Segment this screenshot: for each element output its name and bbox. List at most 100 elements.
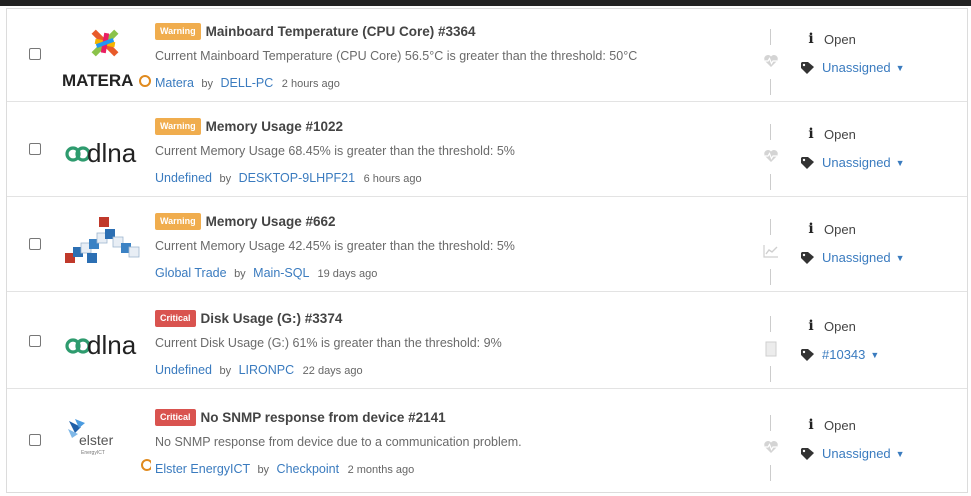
customer-logo: dlna <box>59 114 151 184</box>
assignee-value[interactable]: Unassigned <box>822 446 891 461</box>
customer-logo <box>59 209 151 279</box>
divider <box>770 79 771 95</box>
by-label: by <box>257 464 270 476</box>
alert-title[interactable]: Memory Usage #662 <box>206 214 336 229</box>
row-checkbox[interactable] <box>29 434 41 446</box>
alert-title[interactable]: Memory Usage #1022 <box>206 119 343 134</box>
row-checkbox[interactable] <box>29 48 41 60</box>
alert-title[interactable]: No SNMP response from device #2141 <box>201 410 446 425</box>
severity-badge: Warning <box>155 212 201 230</box>
device-link[interactable]: DESKTOP-9LHPF21 <box>239 171 355 185</box>
svg-text:dlna: dlna <box>87 330 137 360</box>
status-label: i Open <box>804 221 855 237</box>
device-link[interactable]: LIRONPC <box>239 363 295 377</box>
assignee-dropdown[interactable]: Unassigned ▼ <box>801 250 905 265</box>
customer-link[interactable]: Matera <box>155 76 194 90</box>
by-label: by <box>219 365 232 377</box>
status-label: i Open <box>804 31 855 47</box>
divider <box>770 269 771 285</box>
heartbeat-icon <box>762 440 780 456</box>
customer-logo: MATERA <box>59 19 151 90</box>
info-icon: i <box>808 417 814 433</box>
svg-text:MATERA: MATERA <box>62 71 133 89</box>
alert-description: No SNMP response from device due to a co… <box>155 435 522 449</box>
tag-icon <box>801 447 814 460</box>
customer-link[interactable]: Elster EnergyICT <box>155 462 250 476</box>
row-checkbox[interactable] <box>29 238 41 250</box>
alert-row[interactable]: dlna Critical Disk Usage (G:) #3374 Curr… <box>7 296 967 389</box>
divider <box>770 415 771 431</box>
assignee-value[interactable]: Unassigned <box>822 60 891 75</box>
chevron-down-icon[interactable]: ▼ <box>896 253 905 263</box>
alert-row[interactable]: Warning Memory Usage #662 Current Memory… <box>7 199 967 292</box>
row-checkbox[interactable] <box>29 335 41 347</box>
device-link[interactable]: Checkpoint <box>277 462 340 476</box>
severity-badge: Warning <box>155 22 201 40</box>
customer-link[interactable]: Global Trade <box>155 266 227 280</box>
info-icon: i <box>808 318 814 334</box>
tag-icon <box>801 348 814 361</box>
alert-description: Current Disk Usage (G:) 61% is greater t… <box>155 336 502 350</box>
timestamp: 6 hours ago <box>363 173 422 185</box>
status-label: i Open <box>804 318 855 334</box>
by-label: by <box>234 268 246 280</box>
alert-title[interactable]: Mainboard Temperature (CPU Core) #3364 <box>206 24 476 39</box>
assignee-dropdown[interactable]: Unassigned ▼ <box>801 155 905 170</box>
alert-row[interactable]: dlna Warning Memory Usage #1022 Current … <box>7 104 967 197</box>
assignee-dropdown[interactable]: Unassigned ▼ <box>801 446 905 461</box>
chevron-down-icon[interactable]: ▼ <box>896 158 905 168</box>
status-label: i Open <box>804 126 855 142</box>
heartbeat-icon <box>762 54 780 70</box>
timestamp: 22 days ago <box>302 365 363 377</box>
tag-icon <box>801 61 814 74</box>
severity-badge: Warning <box>155 117 201 135</box>
alert-description: Current Memory Usage 68.45% is greater t… <box>155 144 515 158</box>
timestamp: 19 days ago <box>317 268 378 280</box>
device-link[interactable]: DELL-PC <box>221 76 274 90</box>
divider <box>770 465 771 481</box>
info-icon: i <box>808 221 814 237</box>
top-border <box>0 0 971 6</box>
document-icon <box>762 341 780 357</box>
severity-badge: Critical <box>155 408 196 426</box>
divider <box>770 29 771 45</box>
info-icon: i <box>808 126 814 142</box>
chevron-down-icon[interactable]: ▼ <box>896 63 905 73</box>
divider <box>770 366 771 382</box>
tag-icon <box>801 156 814 169</box>
alerts-panel: MATERA Warning Mainboard Temperature (CP… <box>0 0 971 496</box>
alert-row[interactable]: MATERA Warning Mainboard Temperature (CP… <box>7 9 967 102</box>
divider <box>770 124 771 140</box>
tag-icon <box>801 251 814 264</box>
row-checkbox[interactable] <box>29 143 41 155</box>
alert-row[interactable]: elster EnergyICT Critical No SNMP respon… <box>7 395 967 488</box>
customer-logo: elster EnergyICT <box>59 405 153 475</box>
chevron-down-icon[interactable]: ▼ <box>896 449 905 459</box>
customer-link[interactable]: Undefined <box>155 171 212 185</box>
device-link[interactable]: Main-SQL <box>253 266 309 280</box>
svg-text:EnergyICT: EnergyICT <box>81 450 105 456</box>
chevron-down-icon[interactable]: ▼ <box>870 350 879 360</box>
alert-description: Current Memory Usage 42.45% is greater t… <box>155 239 515 253</box>
info-icon: i <box>808 31 814 47</box>
by-label: by <box>219 173 232 185</box>
by-label: by <box>201 78 214 90</box>
assignee-dropdown[interactable]: #10343 ▼ <box>801 347 879 362</box>
divider <box>770 174 771 190</box>
assignee-value[interactable]: #10343 <box>822 347 865 362</box>
assignee-value[interactable]: Unassigned <box>822 155 891 170</box>
alert-title[interactable]: Disk Usage (G:) #3374 <box>201 311 343 326</box>
assignee-value[interactable]: Unassigned <box>822 250 891 265</box>
timestamp: 2 hours ago <box>281 78 340 90</box>
assignee-dropdown[interactable]: Unassigned ▼ <box>801 60 905 75</box>
svg-text:dlna: dlna <box>87 138 137 168</box>
alert-description: Current Mainboard Temperature (CPU Core)… <box>155 49 638 63</box>
divider <box>770 219 771 235</box>
alert-list: MATERA Warning Mainboard Temperature (CP… <box>6 8 968 493</box>
severity-badge: Critical <box>155 309 196 327</box>
status-label: i Open <box>804 417 855 433</box>
customer-link[interactable]: Undefined <box>155 363 212 377</box>
customer-logo: dlna <box>59 306 151 376</box>
timestamp: 2 months ago <box>347 464 415 476</box>
chart-icon <box>762 244 780 260</box>
